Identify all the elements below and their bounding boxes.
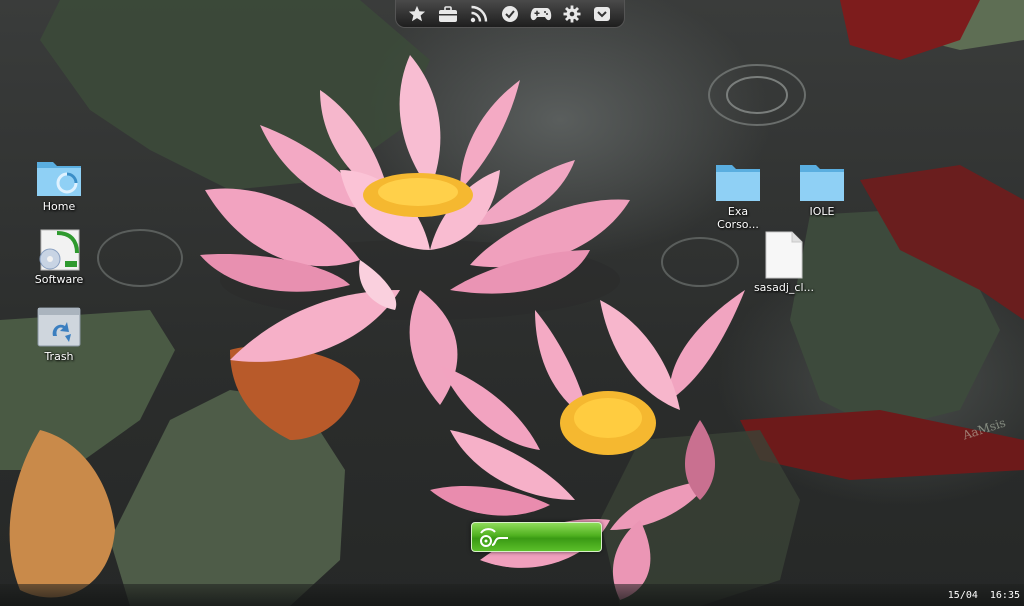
desktop-icon-trash[interactable]: Trash — [19, 306, 99, 363]
software-cd-icon — [39, 229, 80, 271]
home-folder-icon — [37, 162, 81, 196]
folder-icon — [800, 165, 844, 201]
desktop-icon-sasadj[interactable]: sasadj_cl... — [744, 231, 824, 294]
clock-time: 16:35 — [989, 589, 1020, 601]
desktop-icon-label: IOLE — [809, 205, 835, 218]
desktop-icon-label: Exa Corso... — [698, 205, 778, 231]
gear-icon[interactable] — [561, 3, 583, 25]
gamepad-icon[interactable] — [530, 3, 552, 25]
document-icon — [765, 231, 803, 279]
desktop-wallpaper — [0, 0, 1024, 606]
desktop-icon-iole[interactable]: IOLE — [782, 161, 862, 218]
bottom-panel — [0, 584, 1024, 606]
desktop-icon-label: sasadj_cl... — [753, 281, 815, 294]
desktop-icon-label-line: Corso... — [717, 218, 759, 231]
clock-date: 15/04 — [947, 589, 978, 601]
inbox-icon[interactable] — [591, 3, 613, 25]
desktop-icon-label: Trash — [44, 350, 74, 363]
star-icon[interactable] — [406, 3, 428, 25]
folder-icon — [716, 165, 760, 201]
desktop-icon-label-line: Exa — [727, 205, 749, 218]
briefcase-icon[interactable] — [437, 3, 459, 25]
desktop-icon-home[interactable]: Home — [19, 156, 99, 213]
system-clock[interactable]: 15/04 16:35 — [934, 584, 1024, 606]
top-launcher — [395, 0, 625, 28]
rss-icon[interactable] — [468, 3, 490, 25]
trash-icon — [37, 307, 81, 347]
lotus-pond-image — [0, 0, 1024, 606]
opensuse-logo-icon — [480, 528, 508, 547]
desktop-icon-label: Home — [42, 200, 76, 213]
checkmark-icon[interactable] — [499, 3, 521, 25]
desktop-icon-label: Software — [34, 273, 84, 286]
loading-bar — [471, 522, 602, 552]
desktop-icon-software[interactable]: Software — [19, 229, 99, 286]
desktop-icon-exa-corso[interactable]: Exa Corso... — [698, 161, 778, 231]
